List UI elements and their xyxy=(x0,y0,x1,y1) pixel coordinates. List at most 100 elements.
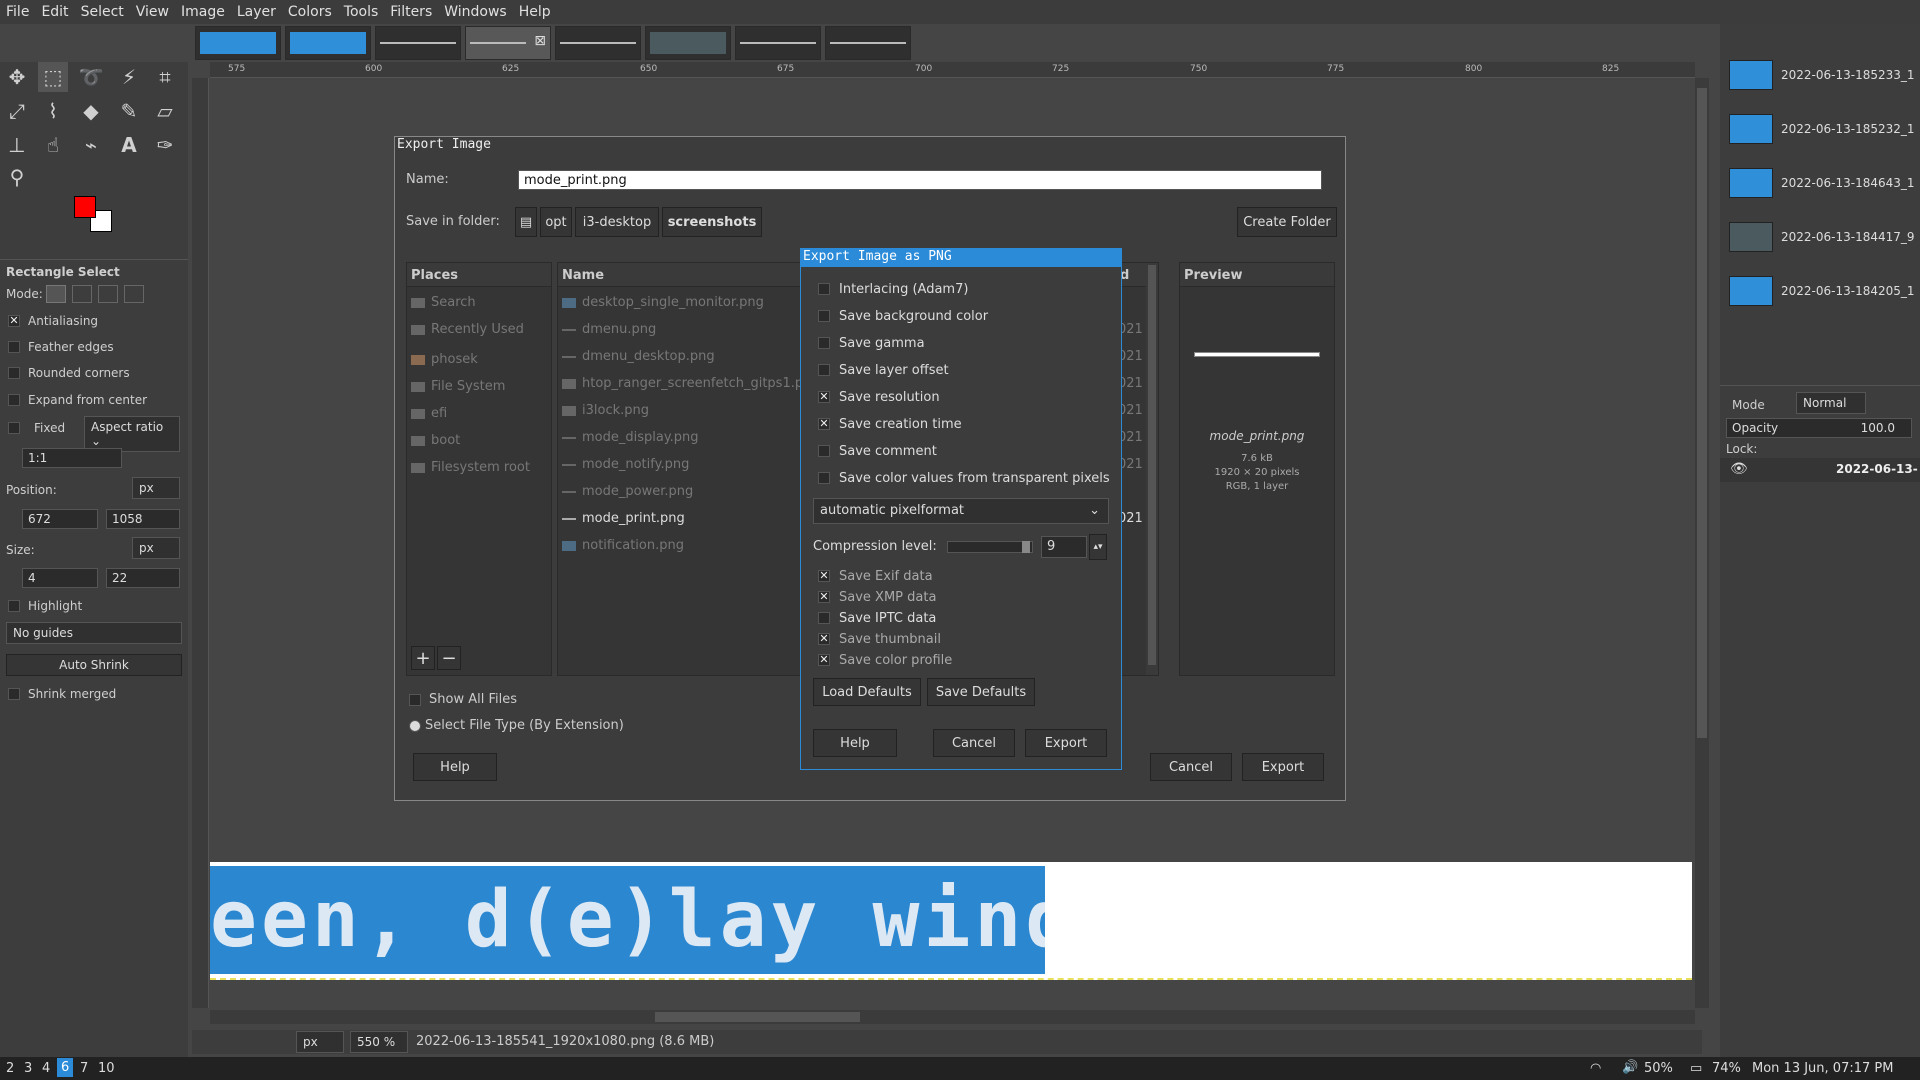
image-list-item[interactable]: 2022-06-13-185232_1 xyxy=(1725,108,1915,154)
zoom-dropdown[interactable]: 550 % xyxy=(350,1031,408,1053)
load-defaults-button[interactable]: Load Defaults xyxy=(813,678,921,706)
menu-colors[interactable]: Colors xyxy=(282,4,338,20)
expand-from-center-checkbox[interactable] xyxy=(8,394,20,406)
place-search[interactable]: Search xyxy=(411,295,476,310)
menu-file[interactable]: File xyxy=(0,4,35,20)
create-folder-button[interactable]: Create Folder xyxy=(1237,207,1337,237)
menu-windows[interactable]: Windows xyxy=(438,4,513,20)
mode-add-button[interactable] xyxy=(72,285,92,303)
image-list-item[interactable]: 2022-06-13-185233_1 xyxy=(1725,54,1915,100)
image-tab[interactable] xyxy=(735,26,821,60)
place-home[interactable]: phosek xyxy=(411,352,478,367)
option-save-gamma[interactable]: Save gamma xyxy=(818,336,925,351)
image-tab-active[interactable]: ⊠ xyxy=(465,26,551,60)
compression-slider[interactable] xyxy=(947,541,1033,553)
workspace-10[interactable]: 10 xyxy=(98,1061,115,1076)
horizontal-scrollbar[interactable] xyxy=(210,1010,1695,1024)
crumb-opt[interactable]: opt xyxy=(540,207,572,237)
text-tool-icon[interactable]: A xyxy=(114,130,144,160)
crop-tool-icon[interactable]: ⌗ xyxy=(150,62,180,92)
file-row[interactable]: desktop_single_monitor.png xyxy=(562,295,764,310)
place-fs-root[interactable]: Filesystem root xyxy=(411,460,530,475)
feather-edges-checkbox[interactable] xyxy=(8,341,20,353)
option-save-layer-offset[interactable]: Save layer offset xyxy=(818,363,949,378)
mode-replace-button[interactable] xyxy=(46,285,66,303)
menu-tools[interactable]: Tools xyxy=(338,4,385,20)
add-place-button[interactable]: + xyxy=(411,646,435,670)
warp-tool-icon[interactable]: ⌇ xyxy=(38,96,68,126)
option-save-xmp[interactable]: ✕ Save XMP data xyxy=(818,590,936,605)
file-row[interactable]: mode_display.png xyxy=(562,430,699,445)
menu-filters[interactable]: Filters xyxy=(384,4,438,20)
compression-input[interactable]: 9 xyxy=(1041,536,1087,558)
position-x-input[interactable]: 672 xyxy=(22,509,98,529)
place-boot[interactable]: boot xyxy=(411,433,460,448)
file-row[interactable]: htop_ranger_screenfetch_gitps1.p xyxy=(562,376,803,391)
fixed-mode-dropdown[interactable]: Aspect ratio ⌄ xyxy=(84,416,180,452)
workspace-7[interactable]: 7 xyxy=(80,1061,88,1076)
auto-shrink-button[interactable]: Auto Shrink xyxy=(6,654,182,676)
ratio-input[interactable]: 1:1 xyxy=(22,448,122,468)
workspace-2[interactable]: 2 xyxy=(6,1061,14,1076)
image-list-item[interactable]: 2022-06-13-184205_1 xyxy=(1725,270,1915,316)
image-list-item[interactable]: 2022-06-13-184417_9 xyxy=(1725,216,1915,262)
size-unit-dropdown[interactable]: px xyxy=(132,537,180,559)
workspace-3[interactable]: 3 xyxy=(24,1061,32,1076)
image-list-item[interactable]: 2022-06-13-184643_1 xyxy=(1725,162,1915,208)
png-export-button[interactable]: Export xyxy=(1025,729,1107,757)
file-row[interactable]: mode_power.png xyxy=(562,484,693,499)
workspace-4[interactable]: 4 xyxy=(42,1061,50,1076)
eye-icon[interactable]: 👁 xyxy=(1730,461,1748,477)
cancel-button[interactable]: Cancel xyxy=(1150,753,1232,781)
menu-select[interactable]: Select xyxy=(75,4,130,20)
image-tab[interactable] xyxy=(285,26,371,60)
size-w-input[interactable]: 4 xyxy=(22,568,98,588)
option-save-background[interactable]: Save background color xyxy=(818,309,988,324)
option-save-iptc[interactable]: Save IPTC data xyxy=(818,611,936,626)
color-picker-tool-icon[interactable]: ✑ xyxy=(150,130,180,160)
file-row[interactable]: dmenu_desktop.png xyxy=(562,349,715,364)
layer-row[interactable]: 👁 2022-06-13- xyxy=(1720,458,1920,482)
file-row[interactable]: i3lock.png xyxy=(562,403,649,418)
option-save-transparent-colors[interactable]: Save color values from transparent pixel… xyxy=(818,471,1110,486)
image-tab[interactable] xyxy=(195,26,281,60)
file-row[interactable]: dmenu.png xyxy=(562,322,656,337)
size-h-input[interactable]: 22 xyxy=(106,568,180,588)
option-save-color-profile[interactable]: ✕ Save color profile xyxy=(818,653,952,668)
file-row[interactable]: mode_notify.png xyxy=(562,457,689,472)
file-row-selected[interactable]: mode_print.png xyxy=(562,511,685,526)
remove-place-button[interactable]: − xyxy=(437,646,461,670)
menu-layer[interactable]: Layer xyxy=(231,4,282,20)
image-tab[interactable] xyxy=(645,26,731,60)
export-button[interactable]: Export xyxy=(1242,753,1324,781)
smudge-tool-icon[interactable]: ☝ xyxy=(38,130,68,160)
transform-tool-icon[interactable]: ⤢ xyxy=(2,96,32,126)
antialiasing-checkbox[interactable]: ✕ xyxy=(8,315,20,327)
rect-select-tool-icon[interactable]: ⬚ xyxy=(38,62,68,92)
place-filesystem[interactable]: File System xyxy=(411,379,505,394)
menu-image[interactable]: Image xyxy=(175,4,231,20)
file-row[interactable]: notification.png xyxy=(562,538,684,553)
option-save-creation-time[interactable]: ✕ Save creation time xyxy=(818,417,962,432)
guides-dropdown[interactable]: No guides xyxy=(6,622,182,644)
option-save-resolution[interactable]: ✕ Save resolution xyxy=(818,390,940,405)
eraser-tool-icon[interactable]: ▱ xyxy=(150,96,180,126)
png-help-button[interactable]: Help xyxy=(813,729,897,757)
fuzzy-select-tool-icon[interactable]: ⚡ xyxy=(114,62,144,92)
show-all-files-checkbox[interactable] xyxy=(409,694,421,706)
clone-tool-icon[interactable]: ⊥ xyxy=(2,130,32,160)
shrink-merged-checkbox[interactable] xyxy=(8,688,20,700)
mode-subtract-button[interactable] xyxy=(98,285,118,303)
lasso-tool-icon[interactable]: ➰ xyxy=(76,62,106,92)
crumb-i3-desktop[interactable]: i3-desktop xyxy=(575,207,659,237)
select-file-type-expander[interactable] xyxy=(409,720,421,732)
close-tab-icon[interactable]: ⊠ xyxy=(534,33,546,49)
image-tab[interactable] xyxy=(825,26,911,60)
zoom-tool-icon[interactable]: ⚲ xyxy=(2,162,32,192)
path-toggle-icon[interactable]: ▤ xyxy=(515,207,537,237)
position-unit-dropdown[interactable]: px xyxy=(132,477,180,499)
save-defaults-button[interactable]: Save Defaults xyxy=(927,678,1035,706)
option-save-exif[interactable]: ✕ Save Exif data xyxy=(818,569,933,584)
compression-spinner[interactable]: ▴▾ xyxy=(1089,534,1107,560)
image-tab[interactable] xyxy=(375,26,461,60)
